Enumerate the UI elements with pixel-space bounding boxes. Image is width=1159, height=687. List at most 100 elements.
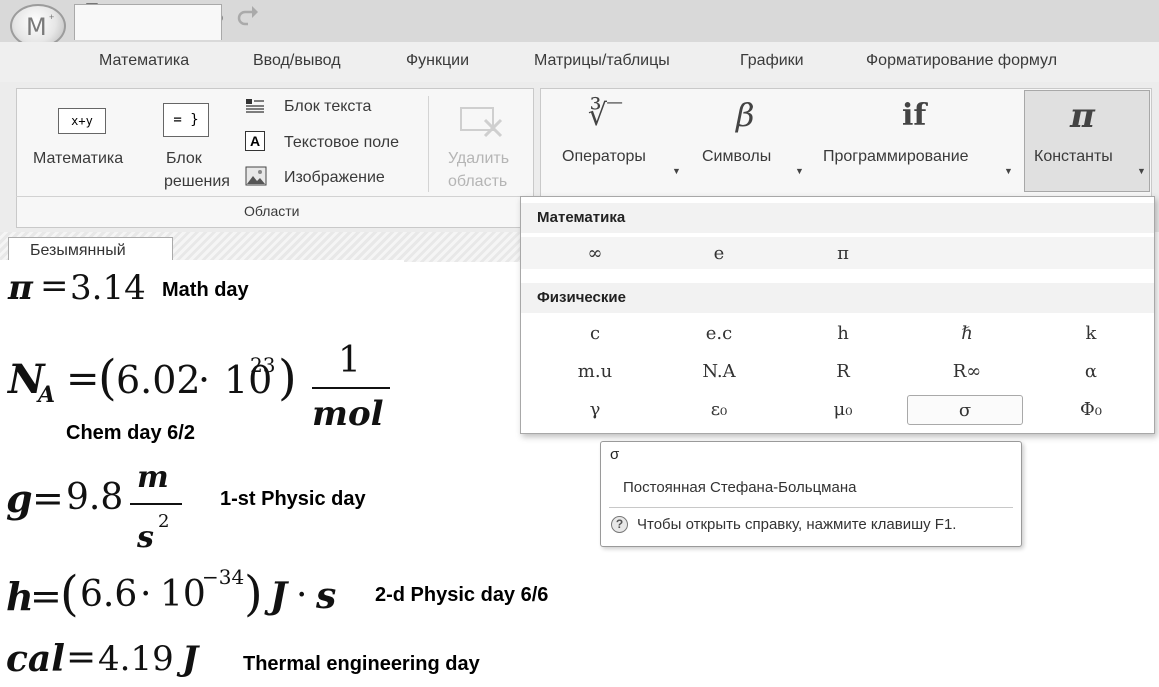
constant-mu0[interactable]: μ₀ [785, 395, 901, 425]
eq3-denominator: s [137, 520, 154, 555]
text-field-button[interactable]: Текстовое поле [284, 134, 399, 152]
image-button[interactable]: Изображение [284, 169, 385, 187]
app-logo-letter: M [26, 13, 47, 41]
eq3-variable: g [6, 476, 33, 521]
eq4-unit2: s [316, 575, 337, 617]
eq2-note: Chem day 6/2 [66, 422, 195, 444]
constant-c[interactable]: c [537, 319, 653, 349]
eq4-open-paren: ( [60, 566, 79, 622]
eq4-mantissa: 6.6 [80, 574, 138, 615]
delete-region-button[interactable]: Удалить [448, 150, 509, 168]
eq2-close-paren: ) [278, 350, 297, 406]
eq5-value: 4.19 [98, 639, 174, 679]
constants-dropdown-icon[interactable]: ▼ [1137, 166, 1146, 176]
eq1-note: Math day [162, 279, 249, 301]
operators-dropdown-icon[interactable]: ▼ [672, 166, 681, 176]
constant-h[interactable]: h [785, 319, 901, 349]
tooltip-description: Постоянная Стефана-Больцмана [623, 479, 857, 496]
tab-input-output[interactable]: Ввод/вывод [253, 52, 341, 70]
constant-na[interactable]: N.A [661, 357, 777, 387]
symbols-button[interactable]: Символы [702, 148, 771, 166]
eq2-mantissa: 6.02 [116, 358, 201, 402]
constant-e[interactable]: e [661, 239, 777, 269]
eq2-subscript: A [38, 382, 56, 408]
document-tab-label: Безымянный [30, 242, 126, 259]
eq4-exponent: −34 [202, 565, 245, 589]
tab-formula-formatting[interactable]: Форматирование формул [866, 52, 1057, 70]
symbols-dropdown-icon[interactable]: ▼ [795, 166, 804, 176]
eq4-unit: J [270, 575, 288, 617]
eq5-unit: J [182, 639, 199, 679]
tab-functions[interactable]: Функции [406, 52, 469, 70]
constant-hbar[interactable]: ℏ [909, 319, 1025, 349]
constant-k[interactable]: k [1033, 319, 1149, 349]
eq1-variable: π [8, 268, 33, 308]
tooltip-help-text: Чтобы открыть справку, нажмите клавишу F… [637, 516, 957, 533]
constant-tooltip: σ Постоянная Стефана-Больцмана ? Чтобы о… [600, 441, 1022, 547]
constants-dropdown: Математика ∞ e π Физические c e.c h ℏ k … [520, 196, 1155, 434]
delete-region-icon [460, 107, 503, 138]
eq4-base: 10 [160, 574, 206, 615]
worksheet-edge [0, 260, 404, 264]
programming-icon: if [902, 98, 927, 133]
tab-matrices-tables[interactable]: Матрицы/таблицы [534, 52, 670, 70]
constant-gamma[interactable]: γ [537, 395, 653, 425]
symbols-icon: β [736, 96, 755, 134]
constants-icon: π [1070, 96, 1095, 136]
eq3-note: 1-st Physic day [220, 488, 366, 510]
constant-sigma[interactable]: σ [907, 395, 1023, 425]
constant-epsilon0[interactable]: ε₀ [661, 395, 777, 425]
eq1-value: 3.14 [70, 268, 146, 308]
redo-icon[interactable] [236, 2, 260, 26]
eq5-equals: = [66, 637, 97, 678]
programming-dropdown-icon[interactable]: ▼ [1004, 166, 1013, 176]
constant-infinity[interactable]: ∞ [537, 239, 653, 269]
tooltip-symbol: σ [610, 446, 620, 463]
eq2-exponent: 23 [250, 353, 276, 377]
eq2-denominator: mol [312, 394, 384, 434]
physical-constants-header: Физические [521, 283, 1154, 313]
eq4-close-paren: ) [244, 566, 263, 622]
constant-alpha[interactable]: α [1033, 357, 1149, 387]
constant-r-infinity[interactable]: R∞ [909, 357, 1025, 387]
delete-region-label-2: область [448, 173, 508, 190]
eq2-numerator: 1 [338, 340, 361, 381]
group-label-divider [16, 196, 534, 197]
solve-block-button[interactable]: Блок [166, 150, 202, 168]
tab-mathematics-label[interactable]: Математика [99, 52, 189, 70]
regions-group-label: Области [244, 203, 300, 219]
tab-plots[interactable]: Графики [740, 52, 804, 70]
constants-button[interactable]: Константы [1034, 148, 1113, 166]
math-constants-header: Математика [521, 203, 1154, 233]
tab-mathematics[interactable] [74, 4, 222, 40]
eq4-unit-times: · [296, 575, 308, 616]
eq2-fraction-bar [312, 387, 390, 389]
eq2-equals: = [66, 356, 100, 402]
solve-block-label-2: решения [164, 173, 230, 190]
eq4-times: · [140, 574, 152, 615]
image-icon [245, 166, 267, 186]
eq3-equals: = [32, 476, 64, 520]
group-divider [428, 96, 429, 192]
eq2-open-paren: ( [98, 350, 117, 406]
operators-button[interactable]: Операторы [562, 148, 646, 166]
eq4-equals: = [30, 574, 62, 618]
eq1-equals: = [40, 266, 69, 306]
programming-button[interactable]: Программирование [823, 148, 969, 166]
eq5-note: Thermal engineering day [243, 653, 480, 675]
math-region-button[interactable]: Математика [33, 150, 123, 168]
app-logo-mark: + [49, 12, 55, 22]
eq3-numerator: m [137, 460, 169, 495]
text-block-button[interactable]: Блок текста [284, 98, 371, 116]
help-icon: ? [611, 516, 628, 533]
eq4-note: 2-d Physic day 6/6 [375, 584, 549, 606]
constant-ec[interactable]: e.c [661, 319, 777, 349]
eq5-variable: cal [6, 638, 65, 680]
operators-icon: ∛‾ [588, 98, 623, 133]
constant-mu[interactable]: m.u [537, 357, 653, 387]
constant-r[interactable]: R [785, 357, 901, 387]
tooltip-divider [609, 507, 1013, 508]
eq3-fraction-bar [130, 503, 182, 505]
constant-phi0[interactable]: Φ₀ [1033, 395, 1149, 425]
constant-pi[interactable]: π [785, 239, 901, 269]
